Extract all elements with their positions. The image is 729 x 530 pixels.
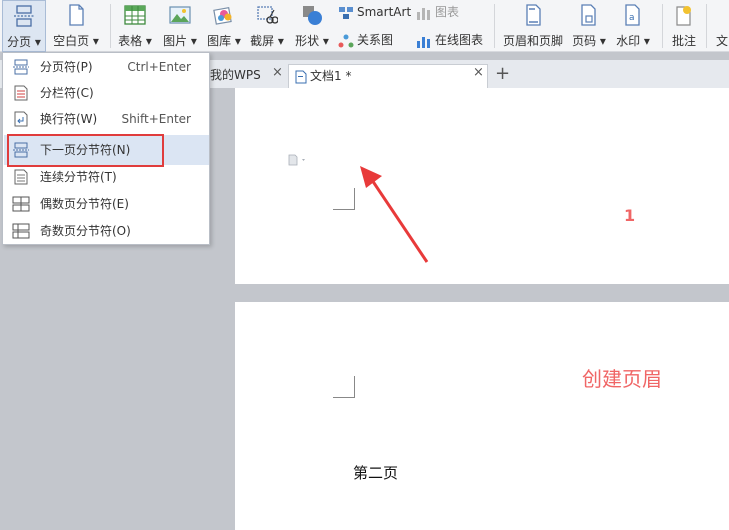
comment-label: 批注: [671, 34, 696, 48]
document-page-1[interactable]: 1: [235, 88, 729, 284]
blank-page-icon: [69, 4, 84, 26]
menu-item-even-page-section-break-label: 偶数页分节符(E): [40, 197, 129, 211]
page-two-text: 第二页: [353, 464, 399, 482]
screenshot-icon: [257, 6, 278, 24]
tab-my-wps[interactable]: 我的WPS: [204, 64, 267, 88]
comment-icon: [676, 6, 691, 26]
page-break-item-icon: [13, 59, 29, 75]
create-header-annotation: 创建页眉: [582, 367, 662, 391]
relation-chart-button[interactable]: 关系图: [338, 31, 393, 49]
shapes-icon: [303, 6, 322, 25]
blank-page-button[interactable]: 空白页 ▾: [48, 0, 104, 52]
menu-item-line-break-shortcut: Shift+Enter: [121, 112, 191, 126]
picture-button[interactable]: 图片 ▾: [158, 0, 202, 52]
page-margin-corner-mark: [333, 376, 355, 398]
menu-item-odd-page-section-break[interactable]: 奇数页分节符(O): [4, 218, 209, 244]
page-marker-number: 1: [624, 206, 636, 225]
tab-document-1[interactable]: 文档1 *: [288, 64, 488, 88]
chart-button[interactable]: 图表: [416, 3, 459, 21]
picture-icon: [169, 6, 191, 24]
menu-item-line-break[interactable]: 换行符(W) Shift+Enter: [4, 106, 209, 132]
svg-text:a: a: [629, 13, 635, 23]
watermark-icon: a: [625, 4, 640, 26]
tab-document-1-close-icon[interactable]: ×: [473, 65, 484, 80]
chart-icon: [417, 7, 430, 20]
online-chart-button[interactable]: 在线图表: [416, 31, 483, 49]
page-margin-corner-mark: [333, 188, 355, 210]
menu-item-continuous-section-break[interactable]: 连续分节符(T): [4, 164, 209, 190]
chart-label: 图表: [435, 5, 460, 19]
screenshot-label: 截屏 ▾: [250, 34, 284, 48]
menu-item-line-break-label: 换行符(W): [40, 112, 98, 126]
document-page-2[interactable]: 创建页眉 第二页: [235, 302, 729, 530]
page-break-icon: [14, 5, 34, 27]
new-tab-plus-icon[interactable]: +: [495, 63, 510, 84]
table-label: 表格 ▾: [118, 34, 152, 48]
ribbon-separator: [110, 4, 111, 48]
odd-page-section-icon: [12, 223, 30, 239]
continuous-section-icon: [14, 169, 28, 185]
text-label: 文: [716, 34, 729, 48]
line-break-icon: [14, 111, 28, 127]
smartart-label: SmartArt: [357, 5, 412, 19]
tab-document-1-label: 文档1 *: [310, 69, 352, 83]
blank-page-label: 空白页 ▾: [53, 34, 99, 48]
online-chart-icon: [417, 36, 430, 48]
table-button[interactable]: 表格 ▾: [114, 0, 156, 52]
watermark-label: 水印 ▾: [616, 34, 650, 48]
shapes-button[interactable]: 形状 ▾: [290, 0, 334, 52]
highlight-box: [7, 134, 164, 167]
page-break-button[interactable]: 分页 ▾: [2, 0, 46, 52]
document-icon: [295, 70, 307, 83]
page-break-label: 分页 ▾: [7, 35, 41, 49]
relation-chart-label: 关系图: [357, 33, 394, 47]
shapes-label: 形状 ▾: [295, 34, 329, 48]
table-icon: [124, 5, 146, 25]
ribbon-separator: [706, 4, 707, 48]
gallery-button[interactable]: 图库 ▾: [202, 0, 246, 52]
menu-item-even-page-section-break[interactable]: 偶数页分节符(E): [4, 191, 209, 217]
watermark-button[interactable]: a 水印 ▾: [612, 0, 654, 52]
relation-chart-icon: [338, 34, 354, 47]
header-footer-button[interactable]: 页眉和页脚: [498, 0, 568, 52]
page-number-label: 页码 ▾: [572, 34, 606, 48]
gallery-label: 图库 ▾: [207, 34, 241, 48]
page-number-button[interactable]: 页码 ▾: [568, 0, 610, 52]
smartart-button[interactable]: SmartArt: [338, 3, 411, 21]
insert-ribbon: 分页 ▾ 空白页 ▾ 表格 ▾ 图片 ▾ 图库 ▾ 截屏 ▾ 形状 ▾ Smar…: [0, 0, 729, 52]
tab-my-wps-label: 我的WPS: [210, 68, 261, 82]
menu-item-page-break[interactable]: 分页符(P) Ctrl+Enter: [4, 54, 209, 80]
comment-button[interactable]: 批注: [666, 0, 702, 52]
even-page-section-icon: [12, 196, 30, 212]
gallery-icon: [213, 7, 232, 25]
menu-item-page-break-label: 分页符(P): [40, 60, 93, 74]
online-chart-label: 在线图表: [435, 33, 484, 47]
ribbon-separator: [662, 4, 663, 48]
page-number-icon: [581, 4, 596, 26]
menu-item-column-break-label: 分栏符(C): [40, 86, 94, 100]
ribbon-separator: [494, 4, 495, 48]
picture-label: 图片 ▾: [163, 34, 197, 48]
header-footer-icon: [526, 4, 541, 26]
column-break-icon: [14, 85, 28, 101]
tab-my-wps-close-icon[interactable]: ×: [272, 65, 283, 80]
menu-item-page-break-shortcut: Ctrl+Enter: [127, 60, 191, 74]
screenshot-button[interactable]: 截屏 ▾: [246, 0, 288, 52]
header-footer-label: 页眉和页脚: [502, 34, 563, 48]
menu-item-column-break[interactable]: 分栏符(C): [4, 80, 209, 106]
paragraph-format-icon[interactable]: [287, 154, 309, 166]
text-button[interactable]: 文: [710, 0, 729, 52]
menu-item-odd-page-section-break-label: 奇数页分节符(O): [40, 224, 131, 238]
smartart-icon: [339, 6, 353, 19]
menu-item-continuous-section-break-label: 连续分节符(T): [40, 170, 117, 184]
